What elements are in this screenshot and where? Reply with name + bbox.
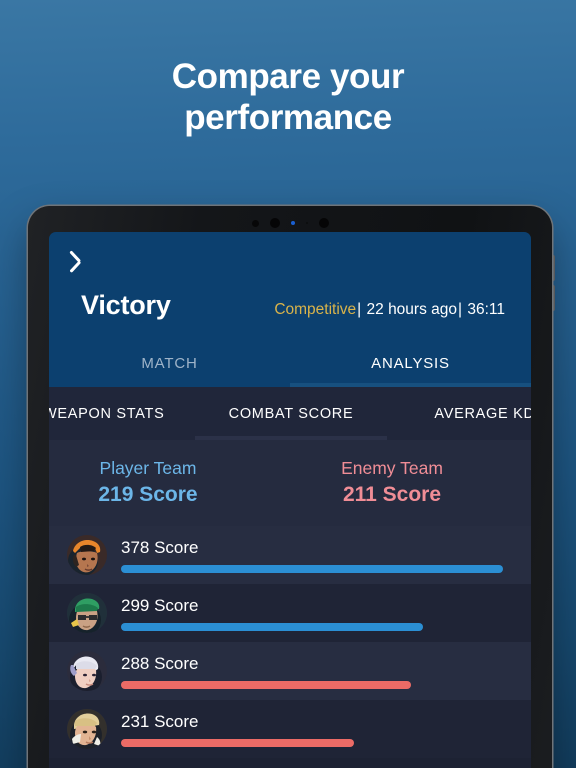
primary-tab-bar: MATCH ANALYSIS (49, 339, 531, 387)
player-team-label: Player Team (99, 458, 197, 478)
table-row[interactable]: 378 Score (49, 526, 531, 584)
enemy-team-label: Enemy Team (341, 458, 443, 478)
match-meta: Competitive| 22 hours ago| 36:11 (274, 301, 505, 319)
row-score-bar (121, 565, 503, 573)
app-header: Victory Competitive| 22 hours ago| 36:11 (49, 232, 531, 339)
sensor-dot-tiny-icon (305, 222, 308, 224)
headline-line-2: performance (184, 98, 392, 137)
row-body: 231 Score (107, 711, 531, 747)
row-score-label: 378 Score (121, 538, 199, 557)
camera-dot-large-icon (318, 218, 329, 228)
match-title-row: Victory Competitive| 22 hours ago| 36:11 (49, 288, 531, 339)
row-bar-track (121, 565, 503, 573)
tab-weapon-stats[interactable]: WEAPON STATS (49, 387, 187, 440)
team-summary: Player Team 219 Score Enemy Team 211 Sco… (49, 440, 531, 526)
player-score-list: 378 Score 299 Score 288 Score 231 Score (49, 526, 531, 758)
row-bar-track (121, 681, 503, 689)
player-team-score: 219 Score (98, 483, 198, 506)
table-row[interactable]: 299 Score (49, 584, 531, 642)
agent-portrait-phoenix-avatar (67, 709, 107, 749)
headline-line-1: Compare your (171, 57, 405, 96)
back-chevron-icon[interactable] (80, 254, 96, 280)
match-result-title: Victory (81, 290, 171, 320)
status-led-icon (290, 221, 295, 225)
agent-portrait-killjoy-avatar (67, 593, 107, 633)
marketing-headline: Compare your performance (0, 56, 576, 138)
row-score-label: 288 Score (121, 654, 199, 673)
enemy-team-summary: Enemy Team 211 Score (283, 457, 531, 508)
tab-average-kda[interactable]: AVERAGE KDA (395, 387, 531, 440)
meta-separator-1: | (357, 301, 362, 318)
back-row (49, 246, 531, 288)
agent-portrait-jett-avatar (67, 651, 107, 691)
row-bar-track (121, 739, 503, 747)
agent-portrait-raze-avatar (67, 535, 107, 575)
app-screen: Victory Competitive| 22 hours ago| 36:11… (49, 232, 531, 768)
row-score-bar (121, 739, 355, 747)
meta-separator-2: | (458, 301, 463, 318)
row-score-label: 299 Score (121, 596, 199, 615)
tab-analysis[interactable]: ANALYSIS (290, 339, 531, 387)
enemy-team-score: 211 Score (342, 483, 442, 506)
row-body: 378 Score (107, 537, 531, 573)
row-score-label: 231 Score (121, 712, 199, 731)
secondary-tab-bar: WEAPON STATS COMBAT SCORE AVERAGE KDA (49, 387, 531, 440)
player-team-summary: Player Team 219 Score (49, 457, 283, 508)
row-body: 299 Score (107, 595, 531, 631)
tab-combat-score[interactable]: COMBAT SCORE (187, 387, 395, 440)
row-body: 288 Score (107, 653, 531, 689)
match-duration: 36:11 (467, 301, 505, 318)
camera-dot-icon (251, 219, 259, 227)
row-score-bar (121, 623, 423, 631)
tablet-device: Victory Competitive| 22 hours ago| 36:11… (28, 206, 552, 768)
tab-match[interactable]: MATCH (49, 339, 290, 387)
match-mode-label: Competitive (274, 301, 357, 318)
match-time-ago: 22 hours ago (366, 301, 458, 318)
table-row[interactable]: 288 Score (49, 642, 531, 700)
table-row[interactable]: 231 Score (49, 700, 531, 758)
row-bar-track (121, 623, 503, 631)
camera-dot-large-icon (269, 218, 280, 228)
front-camera-cluster (28, 216, 552, 230)
row-score-bar (121, 681, 412, 689)
